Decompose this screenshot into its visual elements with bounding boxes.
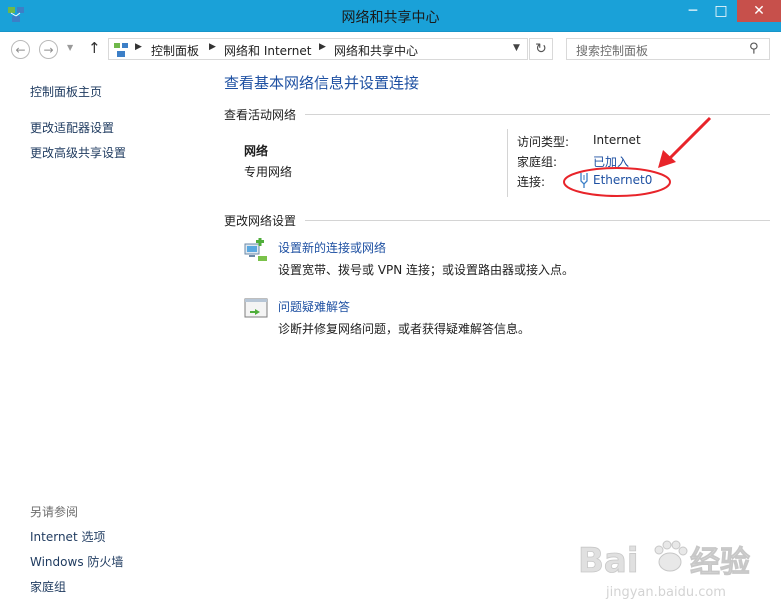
sidebar-item-firewall[interactable]: Windows 防火墙: [30, 553, 123, 570]
close-button[interactable]: ✕: [737, 0, 781, 22]
sidebar-item-adapter-settings[interactable]: 更改适配器设置: [30, 119, 114, 136]
breadcrumb-control-panel[interactable]: 控制面板: [151, 42, 199, 59]
control-panel-icon: [114, 43, 128, 57]
breadcrumb-separator-icon: ▶: [135, 42, 142, 52]
setup-connection-desc: 设置宽带、拨号或 VPN 连接；或设置路由器或接入点。: [278, 263, 575, 277]
minimize-button[interactable]: ─: [680, 0, 706, 22]
maximize-button[interactable]: □: [708, 0, 734, 22]
annotation-arrow-icon: [666, 116, 712, 162]
up-button[interactable]: ↑: [88, 39, 101, 57]
svg-text:Bai: Bai: [578, 541, 639, 581]
troubleshoot-icon: [244, 298, 268, 318]
breadcrumb-separator-icon: ▶: [209, 42, 216, 52]
search-icon[interactable]: ⚲: [749, 41, 759, 56]
annotation-highlight: [563, 116, 712, 197]
back-button[interactable]: ←: [11, 40, 30, 59]
network-name: 网络: [244, 144, 269, 158]
address-field[interactable]: ▶ 控制面板 ▶ 网络和 Internet ▶ 网络和共享中心 ▼: [108, 38, 528, 60]
window-title: 网络和共享中心: [341, 10, 440, 26]
breadcrumb-separator-icon: ▶: [319, 42, 326, 52]
section-divider: [305, 220, 770, 221]
setup-connection-link[interactable]: 设置新的连接或网络: [278, 239, 386, 256]
svg-text:经验: 经验: [690, 545, 750, 580]
search-placeholder: 搜索控制面板: [576, 44, 649, 58]
active-networks-heading: 查看活动网络: [224, 108, 297, 122]
troubleshoot-link[interactable]: 问题疑难解答: [278, 298, 350, 315]
address-bar: ← → ▼ ↑ ▶ 控制面板 ▶ 网络和 Internet ▶ 网络和共享中心 …: [0, 32, 781, 66]
network-setup-icon: [244, 238, 267, 261]
refresh-button[interactable]: ↻: [529, 38, 553, 60]
sidebar-item-advanced-sharing[interactable]: 更改高级共享设置: [30, 144, 126, 161]
breadcrumb-network-center[interactable]: 网络和共享中心: [334, 42, 418, 59]
annotation-ellipse: [563, 167, 671, 197]
sidebar-item-homegroup[interactable]: 家庭组: [30, 578, 66, 595]
sidebar-item-home[interactable]: 控制面板主页: [30, 83, 102, 100]
page-title: 查看基本网络信息并设置连接: [224, 74, 420, 92]
forward-button[interactable]: →: [39, 40, 58, 59]
recent-pages-chevron-icon[interactable]: ▼: [67, 43, 73, 52]
see-also-heading: 另请参阅: [30, 505, 79, 519]
troubleshoot-desc: 诊断并修复网络问题，或者获得疑难解答信息。: [278, 322, 531, 336]
change-settings-heading: 更改网络设置: [224, 214, 297, 228]
network-profile[interactable]: 专用网络: [244, 163, 292, 180]
sidebar-item-internet-options[interactable]: Internet 选项: [30, 528, 105, 545]
breadcrumb-network-internet[interactable]: 网络和 Internet: [224, 42, 311, 59]
connections-label: 连接:: [517, 175, 546, 189]
vertical-divider: [507, 129, 508, 197]
baidu-watermark-logo: Bai 经验 jingyan.baidu.com: [578, 540, 750, 600]
svg-text:jingyan.baidu.com: jingyan.baidu.com: [605, 585, 726, 600]
title-bar: 网络和共享中心 ─ □ ✕: [0, 0, 781, 32]
address-chevron-down-icon[interactable]: ▼: [513, 43, 520, 53]
search-input[interactable]: 搜索控制面板 ⚲: [566, 38, 770, 60]
homegroup-label: 家庭组:: [517, 155, 558, 169]
